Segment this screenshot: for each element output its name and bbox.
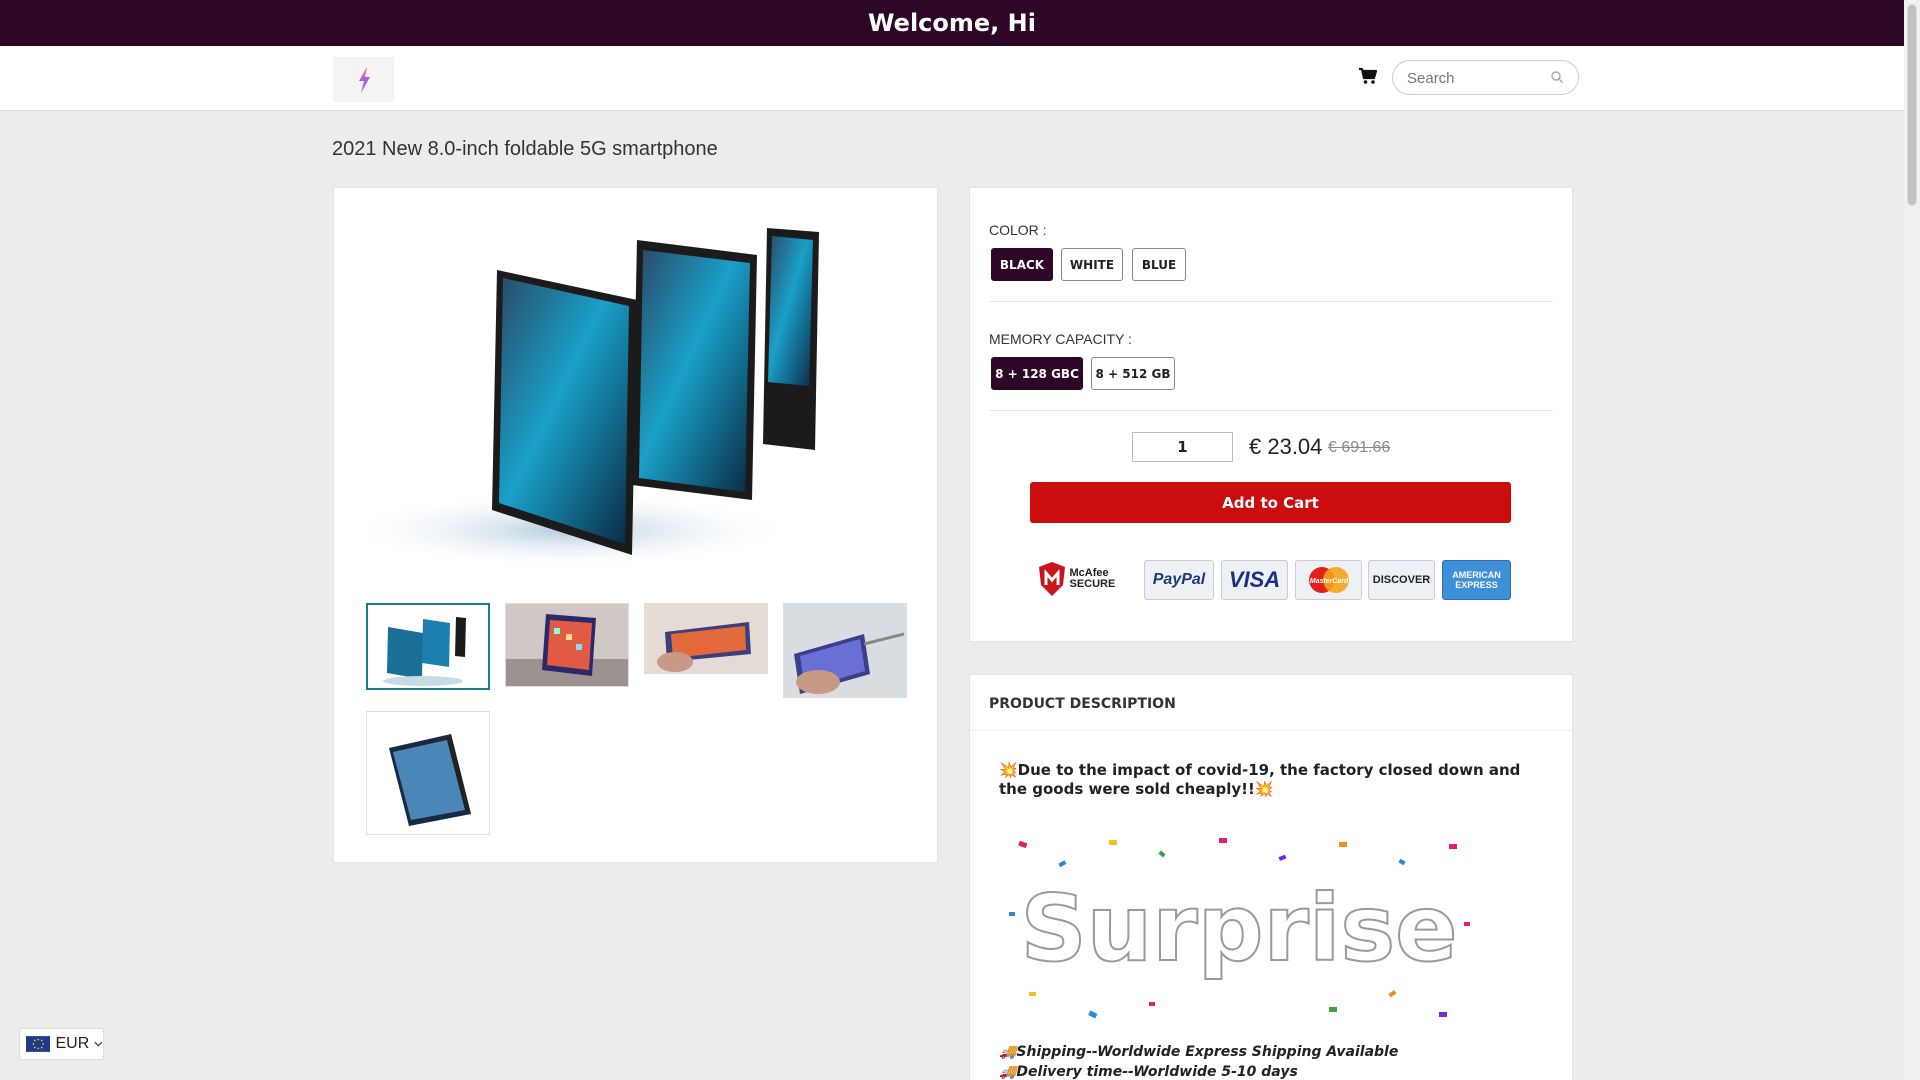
product-options-panel: COLOR : BLACK WHITE BLUE MEMORY CAPACITY… <box>969 187 1573 642</box>
thumbnail-3[interactable] <box>644 603 768 674</box>
description-heading: PRODUCT DESCRIPTION <box>989 696 1176 712</box>
search-box[interactable] <box>1392 60 1579 95</box>
thumbnail-2[interactable] <box>505 603 629 687</box>
site-header <box>0 46 1904 111</box>
options-divider <box>989 301 1553 302</box>
page-scrollbar[interactable] <box>1904 0 1920 1080</box>
surprise-banner-image: Surprise <box>999 832 1480 1033</box>
discover-badge-text: DISCOVER <box>1372 574 1431 586</box>
paypal-badge: PayPal <box>1144 560 1214 600</box>
search-icon[interactable] <box>1550 70 1564 84</box>
welcome-bar: Welcome, Hi <box>0 0 1904 46</box>
color-option-white[interactable]: WHITE <box>1061 248 1123 281</box>
welcome-text: Welcome, Hi <box>868 9 1036 37</box>
shipping-info: 🚚Shipping--Worldwide Express Shipping Av… <box>999 1044 1399 1060</box>
memory-label: MEMORY CAPACITY : <box>989 331 1132 347</box>
color-option-blue[interactable]: BLUE <box>1132 248 1186 281</box>
currency-selector[interactable]: EUR <box>19 1028 104 1060</box>
original-price: € 691.66 <box>1328 439 1391 456</box>
thumbnail-4[interactable] <box>783 603 907 698</box>
eu-flag-icon <box>26 1036 51 1052</box>
product-title: 2021 New 8.0-inch foldable 5G smartphone <box>332 138 718 160</box>
thumbnail-1[interactable] <box>366 603 490 690</box>
search-input[interactable] <box>1407 68 1547 88</box>
mastercard-badge: MasterCard <box>1295 560 1362 600</box>
chevron-down-icon <box>94 1041 103 1047</box>
surprise-banner-text: Surprise <box>1020 875 1457 982</box>
visa-badge: VISA <box>1221 560 1288 600</box>
add-to-cart-button[interactable]: Add to Cart <box>1030 482 1511 523</box>
discover-badge: DISCOVER <box>1368 560 1435 600</box>
site-logo[interactable] <box>333 57 394 102</box>
memory-option-512[interactable]: 8 + 512 GB <box>1091 357 1175 390</box>
options-divider <box>989 410 1553 411</box>
scrollbar-thumb[interactable] <box>1907 4 1917 206</box>
mcafee-badge-text: McAfee SECURE <box>1069 567 1116 590</box>
cart-icon[interactable] <box>1358 66 1378 86</box>
color-label: COLOR : <box>989 222 1047 238</box>
product-description-panel: PRODUCT DESCRIPTION 💥Due to the impact o… <box>969 674 1574 1080</box>
memory-option-128[interactable]: 8 + 128 GBC <box>991 357 1083 390</box>
amex-badge-text: AMERICAN EXPRESS <box>1452 570 1501 590</box>
currency-code: EUR <box>55 1035 90 1052</box>
quantity-input[interactable] <box>1132 432 1233 462</box>
mastercard-icon: MasterCard <box>1308 567 1349 593</box>
color-option-black[interactable]: BLACK <box>991 248 1053 281</box>
thumbnail-5[interactable] <box>366 711 490 835</box>
amex-badge: AMERICAN EXPRESS <box>1442 560 1511 600</box>
paypal-badge-text: PayPal <box>1152 571 1206 588</box>
description-intro: 💥Due to the impact of covid-19, the fact… <box>999 761 1521 798</box>
mcafee-shield-icon <box>1038 562 1065 596</box>
sale-price: € 23.04 <box>1249 434 1323 459</box>
product-main-image[interactable] <box>367 210 907 573</box>
visa-badge-text: VISA <box>1228 567 1281 592</box>
logo-icon <box>358 66 370 93</box>
product-gallery <box>333 187 938 863</box>
description-divider <box>970 730 1574 731</box>
mastercard-badge-text: MasterCard <box>1309 578 1348 585</box>
delivery-info: 🚚Delivery time--Worldwide 5-10 days <box>999 1064 1298 1080</box>
mcafee-secure-badge: McAfee SECURE <box>1030 559 1138 599</box>
